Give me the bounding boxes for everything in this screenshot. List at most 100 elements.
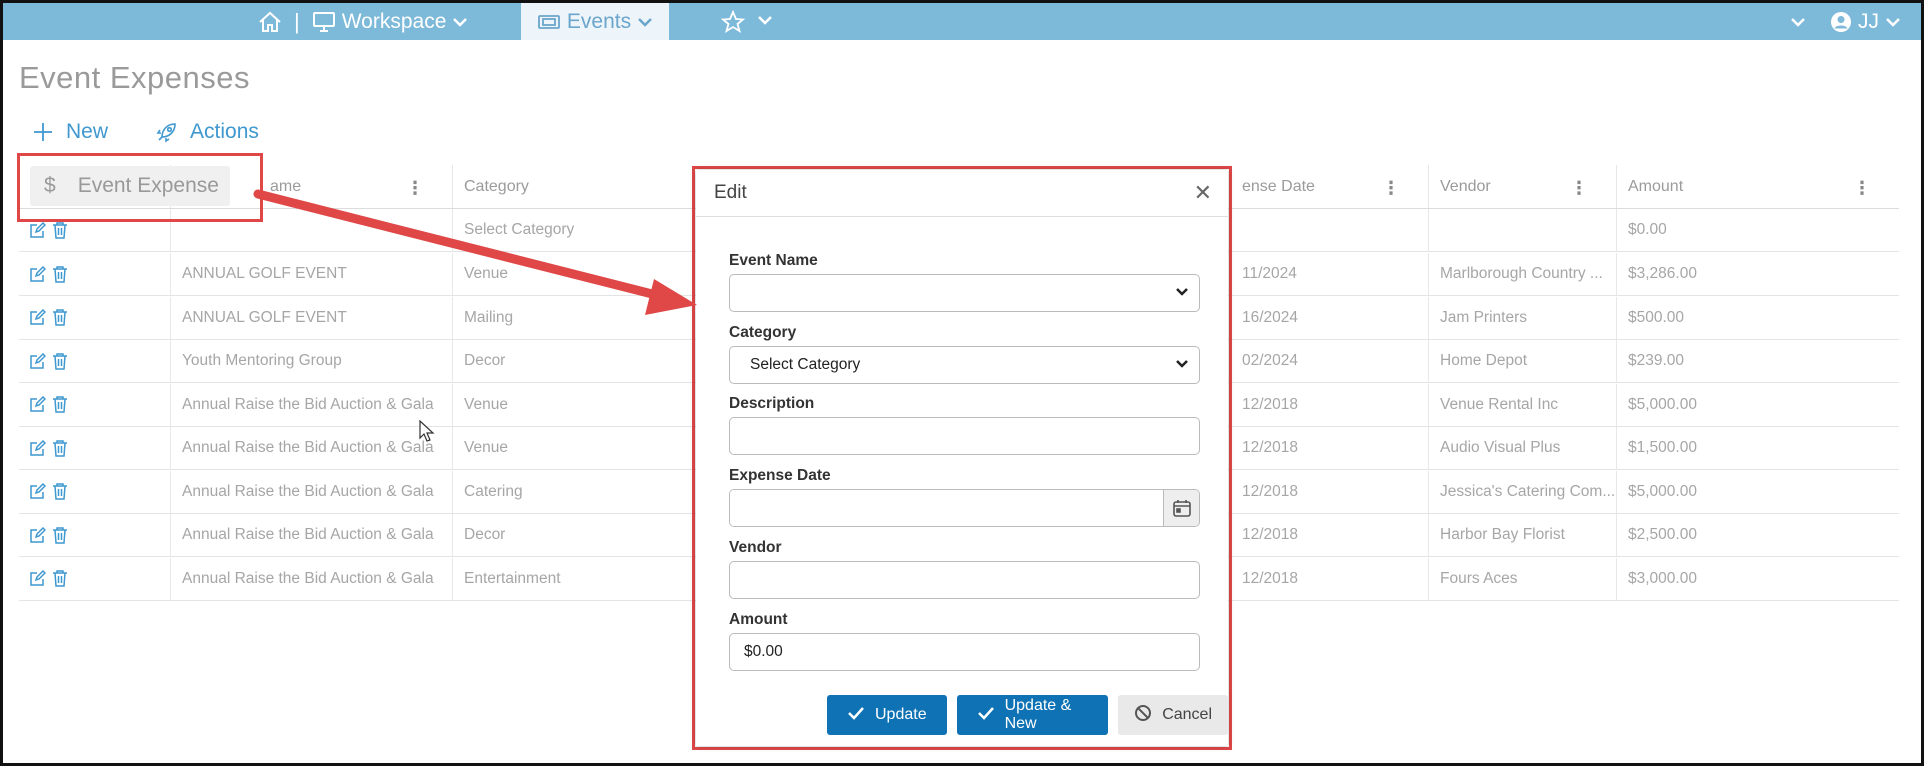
actions-button[interactable]: Actions (156, 120, 259, 144)
description-input[interactable] (729, 417, 1200, 455)
edit-icon[interactable] (29, 396, 46, 413)
star-icon (721, 9, 745, 34)
cancel-button[interactable]: Cancel (1118, 695, 1228, 735)
event-name-label: Event Name (729, 252, 818, 269)
cell-expense-date[interactable]: 12/2018 (1230, 557, 1428, 600)
kebab-icon[interactable]: ⋮ (406, 178, 424, 199)
edit-icon[interactable] (29, 309, 46, 326)
cell-vendor[interactable]: Home Depot (1428, 340, 1616, 382)
cell-event-name[interactable]: Annual Raise the Bid Auction & Gala (170, 427, 452, 469)
cell-event-name[interactable]: Annual Raise the Bid Auction & Gala (170, 383, 452, 426)
edit-icon[interactable] (29, 265, 46, 283)
cell-expense-date[interactable]: 12/2018 (1230, 514, 1428, 556)
edit-icon[interactable] (29, 570, 46, 587)
cell-vendor[interactable]: Venue Rental Inc (1428, 383, 1616, 426)
trash-icon[interactable] (52, 570, 68, 587)
cell-event-name[interactable]: ANNUAL GOLF EVENT (170, 296, 452, 339)
cell-amount[interactable]: $3,286.00 (1616, 253, 1899, 295)
edit-icon[interactable] (29, 483, 46, 500)
cell-amount[interactable]: $3,000.00 (1616, 557, 1899, 600)
dialog-header: Edit ✕ (696, 170, 1228, 217)
header-category[interactable]: Category (452, 165, 712, 208)
cell-category[interactable]: Decor (452, 514, 712, 556)
cell-expense-date[interactable]: 12/2018 (1230, 427, 1428, 469)
cell-expense-date[interactable]: 02/2024 (1230, 340, 1428, 382)
row-actions (19, 297, 170, 339)
cell-vendor[interactable]: Marlborough Country ... (1428, 253, 1616, 295)
kebab-icon[interactable]: ⋮ (1382, 178, 1400, 199)
cell-event-name[interactable]: Annual Raise the Bid Auction & Gala (170, 470, 452, 513)
home-icon[interactable] (258, 11, 282, 33)
cell-event-name[interactable]: ANNUAL GOLF EVENT (170, 253, 452, 295)
header-amount[interactable]: Amount ⋮ (1616, 165, 1899, 208)
close-icon[interactable]: ✕ (1194, 182, 1212, 204)
cell-category[interactable]: Catering (452, 470, 712, 513)
expense-date-field: Expense Date (729, 467, 1200, 527)
events-menu[interactable]: Events (521, 3, 669, 40)
trash-icon[interactable] (52, 439, 68, 457)
trash-icon[interactable] (52, 265, 68, 283)
cell-expense-date[interactable] (1230, 209, 1428, 251)
chevron-down-icon[interactable] (1790, 10, 1806, 34)
cell-category[interactable]: Venue (452, 383, 712, 426)
row-actions (19, 384, 170, 426)
edit-icon[interactable] (29, 526, 46, 544)
cell-category[interactable]: Mailing (452, 296, 712, 339)
cell-category[interactable]: Venue (452, 253, 712, 295)
edit-icon[interactable] (29, 352, 46, 370)
calendar-icon[interactable] (1163, 490, 1199, 526)
cell-amount[interactable]: $500.00 (1616, 296, 1899, 339)
vendor-input[interactable] (729, 561, 1200, 599)
trash-icon[interactable] (52, 221, 68, 239)
cell-expense-date[interactable]: 12/2018 (1230, 470, 1428, 513)
cell-amount[interactable]: $2,500.00 (1616, 514, 1899, 556)
new-button[interactable]: New (32, 120, 108, 144)
cell-event-name[interactable]: Youth Mentoring Group (170, 340, 452, 382)
cell-amount[interactable]: $0.00 (1616, 209, 1899, 251)
cell-amount[interactable]: $5,000.00 (1616, 470, 1899, 513)
cell-expense-date[interactable]: 12/2018 (1230, 383, 1428, 426)
edit-icon[interactable] (29, 439, 46, 457)
trash-icon[interactable] (52, 396, 68, 413)
trash-icon[interactable] (52, 526, 68, 544)
workspace-menu[interactable]: Workspace (312, 10, 469, 34)
trash-icon[interactable] (52, 352, 68, 370)
cell-amount[interactable]: $239.00 (1616, 340, 1899, 382)
cell-event-name[interactable]: Annual Raise the Bid Auction & Gala (170, 514, 452, 556)
category-select[interactable]: Select Category (729, 346, 1200, 384)
cell-expense-date[interactable]: 11/2024 (1230, 253, 1428, 295)
cell-category[interactable]: Venue (452, 427, 712, 469)
cell-vendor[interactable] (1428, 209, 1616, 251)
kebab-icon[interactable]: ⋮ (1853, 178, 1871, 199)
cell-category[interactable]: Decor (452, 340, 712, 382)
monitor-icon (312, 11, 336, 33)
header-vendor[interactable]: Vendor ⋮ (1428, 165, 1616, 208)
rocket-icon (156, 121, 178, 143)
vendor-label: Vendor (729, 539, 782, 556)
cell-vendor[interactable]: Harbor Bay Florist (1428, 514, 1616, 556)
trash-icon[interactable] (52, 309, 68, 326)
cell-vendor[interactable]: Fours Aces (1428, 557, 1616, 600)
trash-icon[interactable] (52, 483, 68, 500)
event-name-field: Event Name (729, 252, 1200, 312)
cell-amount[interactable]: $5,000.00 (1616, 383, 1899, 426)
cell-category[interactable]: Entertainment (452, 557, 712, 600)
user-menu[interactable]: JJ (1830, 10, 1901, 34)
kebab-icon[interactable]: ⋮ (1570, 178, 1588, 199)
edit-icon[interactable] (29, 221, 46, 239)
cell-vendor[interactable]: Jessica's Catering Com... (1428, 470, 1616, 513)
event-name-select[interactable] (729, 274, 1200, 312)
cell-vendor[interactable]: Audio Visual Plus (1428, 427, 1616, 469)
check-icon (847, 705, 865, 726)
update-and-new-button[interactable]: Update & New (956, 695, 1109, 735)
cell-event-name[interactable]: Annual Raise the Bid Auction & Gala (170, 557, 452, 600)
expense-date-input[interactable] (730, 490, 1163, 526)
update-button[interactable]: Update (827, 695, 947, 735)
cell-expense-date[interactable]: 16/2024 (1230, 296, 1428, 339)
header-expense-date[interactable]: ense Date ⋮ (1230, 165, 1428, 208)
cell-amount[interactable]: $1,500.00 (1616, 427, 1899, 469)
amount-input[interactable]: $0.00 (729, 633, 1200, 671)
cell-category[interactable]: Select Category (452, 209, 712, 251)
cell-vendor[interactable]: Jam Printers (1428, 296, 1616, 339)
favorites-menu[interactable] (721, 3, 773, 40)
